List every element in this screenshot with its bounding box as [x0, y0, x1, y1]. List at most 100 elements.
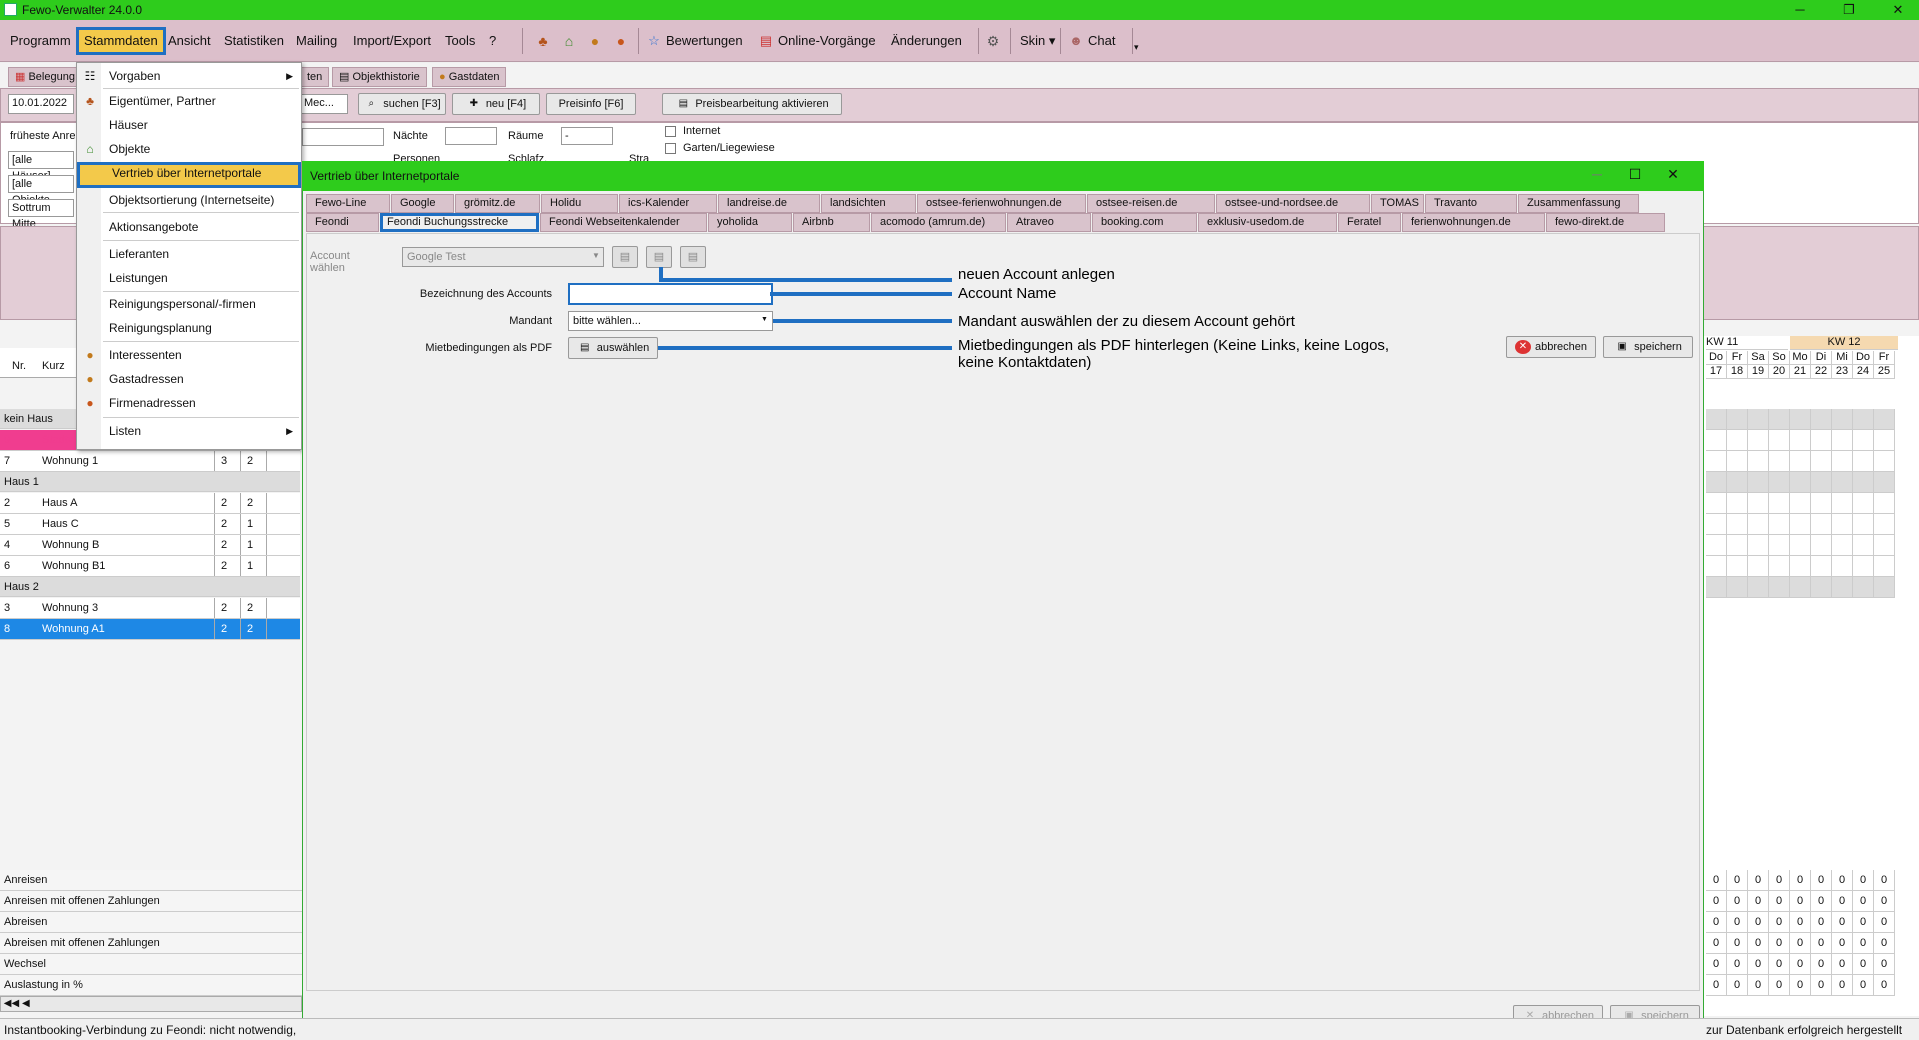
calendar-cell[interactable] — [1727, 577, 1748, 598]
calendar-cell[interactable] — [1769, 451, 1790, 472]
calendar-cell[interactable] — [1832, 472, 1853, 493]
table-row[interactable]: 3 Wohnung 322 — [0, 598, 300, 619]
ort-select[interactable]: Sottrum Mitte — [8, 199, 74, 230]
calendar-cell[interactable] — [1706, 430, 1727, 451]
calendar-cell[interactable] — [1748, 535, 1769, 556]
calendar-cell[interactable] — [1790, 514, 1811, 535]
dialog-maximize-icon[interactable]: ☐ — [1620, 166, 1650, 183]
calendar-cell[interactable] — [1727, 514, 1748, 535]
menu-help[interactable]: ? — [483, 30, 502, 52]
calendar-cell[interactable] — [1706, 577, 1727, 598]
speichern-button[interactable]: ▣ speichern — [1603, 336, 1693, 358]
calendar-cell[interactable] — [1769, 556, 1790, 577]
horizontal-scrollbar[interactable]: ◀◀ ◀ — [0, 996, 302, 1012]
pdf-auswaehlen-button[interactable]: ▤ auswählen — [568, 337, 658, 359]
select-field[interactable] — [302, 128, 384, 146]
calendar-cell[interactable] — [1832, 535, 1853, 556]
menu-item-interessenten[interactable]: ● Interessenten — [77, 344, 301, 366]
calendar-cell[interactable] — [1790, 577, 1811, 598]
calendar-cell[interactable] — [1706, 409, 1727, 430]
calendar-cell[interactable] — [1727, 493, 1748, 514]
mec-select[interactable]: Mec... — [300, 94, 348, 114]
portal-tab-5[interactable]: acomodo (amrum.de) — [871, 213, 1006, 232]
abbrechen-button[interactable]: ✕ abbrechen — [1506, 336, 1596, 358]
calendar-cell[interactable] — [1706, 472, 1727, 493]
calendar-cell[interactable] — [1832, 409, 1853, 430]
close-icon[interactable]: ✕ — [1878, 0, 1918, 20]
calendar-cell[interactable] — [1853, 556, 1874, 577]
portal-tab-11[interactable]: Travanto — [1425, 194, 1517, 213]
calendar-cell[interactable] — [1769, 430, 1790, 451]
calendar-cell[interactable] — [1832, 556, 1853, 577]
calendar-cell[interactable] — [1853, 577, 1874, 598]
calendar-cell[interactable] — [1706, 535, 1727, 556]
menu-item-firmenadressen[interactable]: ● Firmenadressen — [77, 392, 301, 414]
calendar-cell[interactable] — [1748, 556, 1769, 577]
delete-account-button[interactable]: ▤ — [680, 246, 706, 268]
portal-tab-4[interactable]: ics-Kalender — [619, 194, 717, 213]
owner-icon[interactable]: ♣ — [534, 32, 552, 50]
suchen-button[interactable]: ⌕ suchen [F3] — [358, 93, 446, 115]
menu-item-aktionsangebote[interactable]: Aktionsangebote — [77, 216, 301, 238]
calendar-cell[interactable] — [1811, 451, 1832, 472]
calendar-cell[interactable] — [1748, 451, 1769, 472]
menu-item-listen[interactable]: Listen ▶ — [77, 420, 301, 442]
portal-tab-8[interactable]: ostsee-reisen.de — [1087, 194, 1215, 213]
portal-tab-10[interactable]: TOMAS — [1371, 194, 1424, 213]
portal-tab-6[interactable]: landsichten — [821, 194, 916, 213]
table-row[interactable]: 6 Wohnung B1 2 1 — [0, 556, 300, 577]
calendar-cell[interactable] — [1727, 451, 1748, 472]
tab-objekthistorie[interactable]: ▤ Objekthistorie — [332, 67, 427, 87]
menu-item-gastadressen[interactable]: ● Gastadressen — [77, 368, 301, 390]
portal-tab-7[interactable]: booking.com — [1092, 213, 1197, 232]
portal-tab-10[interactable]: ferienwohnungen.de — [1402, 213, 1545, 232]
calendar-cell[interactable] — [1790, 472, 1811, 493]
calendar-cell[interactable] — [1727, 535, 1748, 556]
tab-belegung[interactable]: ▦ Belegung — [8, 67, 82, 87]
overflow-icon[interactable]: ▾ — [1134, 42, 1139, 53]
calendar-cell[interactable] — [1811, 556, 1832, 577]
calendar-cell[interactable] — [1748, 472, 1769, 493]
calendar-cell[interactable] — [1853, 535, 1874, 556]
calendar-cell[interactable] — [1832, 430, 1853, 451]
calendar-cell[interactable] — [1790, 535, 1811, 556]
menu-tools[interactable]: Tools — [439, 30, 481, 52]
calendar-cell[interactable] — [1853, 451, 1874, 472]
menu-stammdaten[interactable]: Stammdaten — [76, 27, 166, 55]
table-row[interactable]: 2 Haus A22 — [0, 493, 300, 514]
calendar-cell[interactable] — [1727, 556, 1748, 577]
calendar-cell[interactable] — [1790, 556, 1811, 577]
menu-item-eigentuemer[interactable]: ♣ Eigentümer, Partner — [77, 90, 301, 112]
menu-import-export[interactable]: Import/Export — [347, 30, 437, 52]
calendar-cell[interactable] — [1874, 472, 1895, 493]
portal-tab-12[interactable]: Zusammenfassung — [1518, 194, 1639, 213]
calendar-cell[interactable] — [1769, 535, 1790, 556]
calendar-cell[interactable] — [1727, 409, 1748, 430]
portal-tab-2[interactable]: Feondi Webseitenkalender — [540, 213, 707, 232]
calendar-cell[interactable] — [1853, 514, 1874, 535]
preisinfo-button[interactable]: Preisinfo [F6] — [546, 93, 636, 115]
bewertungen-button[interactable]: ☆ Bewertungen — [646, 30, 742, 52]
menu-item-reinigungspersonal[interactable]: Reinigungspersonal/-firmen — [77, 293, 301, 315]
menu-item-leistungen[interactable]: Leistungen — [77, 267, 301, 289]
portal-tab-0[interactable]: Feondi — [306, 213, 379, 232]
portal-tab-8[interactable]: exklusiv-usedom.de — [1198, 213, 1337, 232]
menu-item-reinigungsplanung[interactable]: Reinigungsplanung — [77, 317, 301, 339]
menu-mailing[interactable]: Mailing — [290, 30, 343, 52]
tab-ten[interactable]: ten — [300, 67, 330, 87]
dialog-close-icon[interactable]: ✕ — [1658, 166, 1688, 183]
dialog-minimize-icon[interactable]: ─ — [1582, 166, 1612, 182]
objekte-select[interactable]: [alle Objekte — [8, 175, 74, 206]
portal-tab-0[interactable]: Fewo-Line — [306, 194, 390, 213]
table-row[interactable]: 5 Haus C21 — [0, 514, 300, 535]
calendar-cell[interactable] — [1874, 430, 1895, 451]
tab-gastdaten[interactable]: ● Gastdaten — [432, 67, 507, 87]
calendar-cell[interactable] — [1748, 409, 1769, 430]
house-icon[interactable]: ⌂ — [560, 32, 578, 50]
menu-item-lieferanten[interactable]: Lieferanten — [77, 243, 301, 265]
calendar-cell[interactable] — [1790, 493, 1811, 514]
calendar-cell[interactable] — [1790, 409, 1811, 430]
calendar-cell[interactable] — [1832, 514, 1853, 535]
calendar-cell[interactable] — [1874, 451, 1895, 472]
calendar-cell[interactable] — [1811, 430, 1832, 451]
